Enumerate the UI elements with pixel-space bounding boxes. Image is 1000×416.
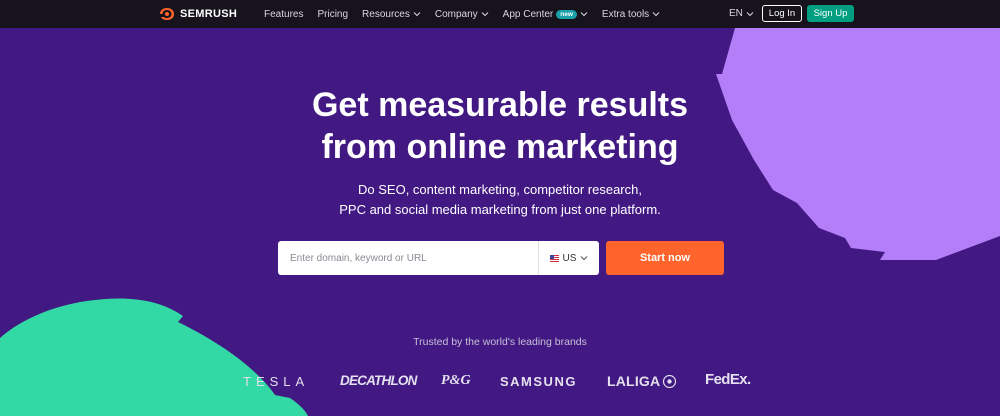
- chevron-down-icon: [481, 12, 489, 17]
- nav-item-label: Company: [434, 8, 478, 20]
- nav-item-label: Features: [264, 8, 304, 20]
- laliga-wordmark: LALIGA: [607, 373, 661, 389]
- teal-gear-shape: [0, 298, 308, 416]
- start-now-button[interactable]: Start now: [606, 241, 724, 275]
- chevron-down-icon: [413, 12, 421, 17]
- samsung-logo: SAMSUNG: [500, 374, 577, 389]
- logo-wordmark: SEMRUSH: [180, 8, 238, 20]
- laliga-logo: LALIGA: [607, 373, 677, 389]
- main-nav: Features Pricing Resources Company App C…: [264, 0, 674, 28]
- nav-item-label: Pricing: [317, 8, 349, 20]
- nav-item-label: Resources: [362, 8, 410, 20]
- decathlon-logo: DECATHLON: [340, 373, 417, 388]
- semrush-flame-icon: [160, 8, 174, 20]
- chevron-down-icon: [581, 256, 588, 261]
- domain-search-input[interactable]: [278, 241, 538, 275]
- nav-item-label: Extra tools: [601, 8, 650, 20]
- chevron-down-icon: [580, 12, 588, 17]
- us-flag-icon: [549, 254, 559, 262]
- language-label: EN: [729, 8, 743, 19]
- chevron-down-icon: [652, 12, 660, 17]
- nav-item-pricing[interactable]: Pricing: [317, 9, 348, 20]
- hero-title-line: Get measurable results: [311, 86, 689, 124]
- signup-button[interactable]: Sign Up: [807, 5, 854, 22]
- semrush-logo[interactable]: SEMRUSH: [158, 7, 237, 21]
- hero-title: Get measurable results from online marke…: [0, 84, 1000, 168]
- language-selector[interactable]: EN: [729, 8, 754, 19]
- nav-item-company[interactable]: Company: [435, 9, 489, 20]
- login-button[interactable]: Log In: [762, 5, 802, 22]
- domain-search-form: US: [278, 241, 599, 275]
- trusted-brands-heading: Trusted by the world's leading brands: [413, 336, 587, 348]
- fedex-logo: FedEx.: [705, 371, 751, 388]
- pg-logo: P&G: [441, 373, 471, 388]
- nav-item-resources[interactable]: Resources: [362, 9, 421, 20]
- hero-subtitle-line: PPC and social media marketing from just…: [339, 202, 661, 217]
- nav-item-extra-tools[interactable]: Extra tools: [602, 9, 660, 20]
- nav-item-app-center[interactable]: App Center new: [503, 9, 588, 20]
- nav-item-label: App Center: [502, 8, 554, 20]
- nav-item-features[interactable]: Features: [264, 9, 303, 20]
- tesla-logo: TESLA: [243, 374, 310, 389]
- country-selector[interactable]: US: [538, 241, 599, 275]
- new-badge: new: [556, 9, 577, 19]
- top-navigation-bar: SEMRUSH Features Pricing Resources Compa…: [0, 0, 1000, 28]
- laliga-ball-icon: [663, 374, 677, 388]
- country-label: US: [562, 252, 577, 264]
- hero-subtitle-line: Do SEO, content marketing, competitor re…: [358, 182, 642, 197]
- brand-logos-row: TESLA DECATHLON P&G SAMSUNG LALIGA FedEx…: [0, 371, 1000, 392]
- chevron-down-icon: [746, 11, 754, 16]
- hero-subtitle: Do SEO, content marketing, competitor re…: [0, 180, 1000, 220]
- hero-title-line: from online marketing: [321, 128, 679, 166]
